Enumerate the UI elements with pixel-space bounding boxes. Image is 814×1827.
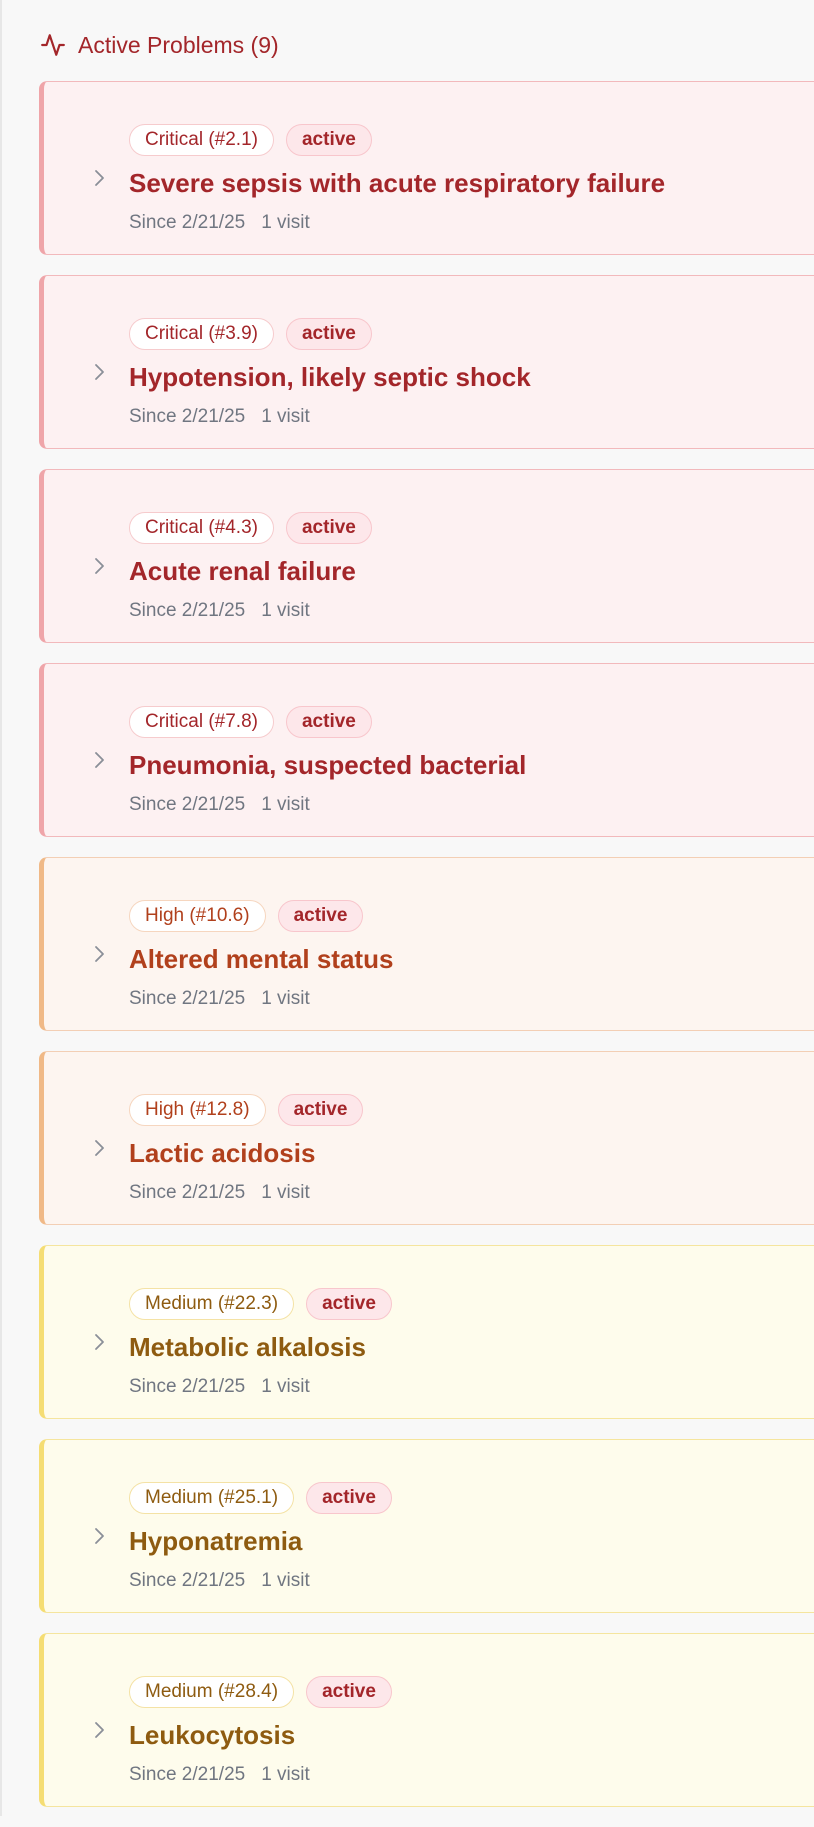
since-date: Since 2/21/25: [129, 600, 246, 621]
chevron-right-icon[interactable]: [93, 555, 107, 582]
status-badge: active: [277, 900, 364, 932]
problem-card-body: Critical (#7.8) active Pneumonia, suspec…: [129, 705, 814, 817]
problem-card-body: Medium (#22.3) active Metabolic alkalosi…: [129, 1287, 814, 1399]
badge-row: Critical (#4.3) active: [129, 511, 814, 545]
problem-title: Acute renal failure: [129, 556, 356, 586]
problem-card[interactable]: Critical (#7.8) active Pneumonia, suspec…: [39, 663, 814, 837]
problem-card-body: High (#12.8) active Lactic acidosis Sinc…: [129, 1093, 814, 1205]
problem-title: Hyponatremia: [129, 1526, 303, 1556]
visit-count: 1 visit: [261, 1764, 310, 1785]
visit-count: 1 visit: [261, 1182, 310, 1203]
status-badge: active: [277, 1094, 364, 1126]
severity-badge: Medium (#22.3): [129, 1288, 295, 1320]
section-header: Active Problems (9): [40, 28, 279, 62]
visit-count: 1 visit: [261, 406, 310, 427]
problem-card[interactable]: Medium (#22.3) active Metabolic alkalosi…: [39, 1245, 814, 1419]
problem-meta: Since 2/21/25 1 visit: [129, 1181, 814, 1205]
since-date: Since 2/21/25: [129, 1764, 246, 1785]
problem-card-body: High (#10.6) active Altered mental statu…: [129, 899, 814, 1011]
severity-badge: Critical (#7.8): [129, 706, 274, 738]
problem-card[interactable]: High (#12.8) active Lactic acidosis Sinc…: [39, 1051, 814, 1225]
severity-badge: High (#12.8): [129, 1094, 266, 1126]
problem-meta: Since 2/21/25 1 visit: [129, 793, 814, 817]
problem-card[interactable]: Medium (#25.1) active Hyponatremia Since…: [39, 1439, 814, 1613]
chevron-right-icon[interactable]: [93, 1719, 107, 1746]
since-date: Since 2/21/25: [129, 794, 246, 815]
problem-title: Pneumonia, suspected bacterial: [129, 750, 527, 780]
since-date: Since 2/21/25: [129, 988, 246, 1009]
problem-card[interactable]: Medium (#28.4) active Leukocytosis Since…: [39, 1633, 814, 1807]
problem-card[interactable]: Critical (#4.3) active Acute renal failu…: [39, 469, 814, 643]
problem-title: Lactic acidosis: [129, 1138, 316, 1168]
badge-row: Critical (#3.9) active: [129, 317, 814, 351]
problem-meta: Since 2/21/25 1 visit: [129, 1569, 814, 1593]
visit-count: 1 visit: [261, 1570, 310, 1591]
chevron-right-icon[interactable]: [93, 1331, 107, 1358]
visit-count: 1 visit: [261, 988, 310, 1009]
chevron-right-icon[interactable]: [93, 943, 107, 970]
visit-count: 1 visit: [261, 212, 310, 233]
problem-list: Critical (#2.1) active Severe sepsis wit…: [39, 81, 814, 1827]
severity-badge: Medium (#25.1): [129, 1482, 295, 1514]
problem-meta: Since 2/21/25 1 visit: [129, 1375, 814, 1399]
status-badge: active: [306, 1288, 392, 1320]
chevron-right-icon[interactable]: [93, 1137, 107, 1164]
problem-card[interactable]: High (#10.6) active Altered mental statu…: [39, 857, 814, 1031]
status-badge: active: [285, 706, 372, 738]
problem-card-body: Critical (#4.3) active Acute renal failu…: [129, 511, 814, 623]
badge-row: Critical (#2.1) active: [129, 123, 814, 157]
severity-badge: Critical (#4.3): [129, 512, 274, 544]
severity-badge: Medium (#28.4): [129, 1676, 295, 1708]
severity-badge: High (#10.6): [129, 900, 266, 932]
panel-divider: [0, 0, 2, 1816]
problem-meta: Since 2/21/25 1 visit: [129, 405, 814, 429]
visit-count: 1 visit: [261, 1376, 310, 1397]
status-badge: active: [285, 124, 372, 156]
badge-row: Medium (#22.3) active: [129, 1287, 814, 1321]
since-date: Since 2/21/25: [129, 1182, 246, 1203]
chevron-right-icon[interactable]: [93, 361, 107, 388]
problem-title: Severe sepsis with acute respiratory fai…: [129, 168, 666, 198]
problem-title: Metabolic alkalosis: [129, 1332, 366, 1362]
problem-card-body: Medium (#28.4) active Leukocytosis Since…: [129, 1675, 814, 1787]
status-badge: active: [285, 512, 372, 544]
section-title: Active Problems (9): [78, 31, 279, 58]
problem-card[interactable]: Critical (#2.1) active Severe sepsis wit…: [39, 81, 814, 255]
status-badge: active: [306, 1482, 392, 1514]
badge-row: Medium (#25.1) active: [129, 1481, 814, 1515]
badge-row: High (#10.6) active: [129, 899, 814, 933]
badge-row: High (#12.8) active: [129, 1093, 814, 1127]
problem-title: Altered mental status: [129, 944, 394, 974]
chevron-right-icon[interactable]: [93, 1525, 107, 1552]
status-badge: active: [306, 1676, 392, 1708]
severity-badge: Critical (#2.1): [129, 124, 274, 156]
problem-title: Leukocytosis: [129, 1720, 296, 1750]
problem-card-body: Medium (#25.1) active Hyponatremia Since…: [129, 1481, 814, 1593]
problem-meta: Since 2/21/25 1 visit: [129, 1763, 814, 1787]
problem-card-body: Critical (#3.9) active Hypotension, like…: [129, 317, 814, 429]
since-date: Since 2/21/25: [129, 1570, 246, 1591]
activity-icon: [40, 32, 66, 58]
problem-meta: Since 2/21/25 1 visit: [129, 211, 814, 235]
visit-count: 1 visit: [261, 600, 310, 621]
since-date: Since 2/21/25: [129, 406, 246, 427]
badge-row: Medium (#28.4) active: [129, 1675, 814, 1709]
problem-card[interactable]: Critical (#3.9) active Hypotension, like…: [39, 275, 814, 449]
visit-count: 1 visit: [261, 794, 310, 815]
problem-meta: Since 2/21/25 1 visit: [129, 987, 814, 1011]
since-date: Since 2/21/25: [129, 1376, 246, 1397]
problem-title: Hypotension, likely septic shock: [129, 362, 531, 392]
status-badge: active: [285, 318, 372, 350]
badge-row: Critical (#7.8) active: [129, 705, 814, 739]
problem-meta: Since 2/21/25 1 visit: [129, 599, 814, 623]
severity-badge: Critical (#3.9): [129, 318, 274, 350]
chevron-right-icon[interactable]: [93, 749, 107, 776]
chevron-right-icon[interactable]: [93, 167, 107, 194]
since-date: Since 2/21/25: [129, 212, 246, 233]
problem-card-body: Critical (#2.1) active Severe sepsis wit…: [129, 123, 814, 235]
